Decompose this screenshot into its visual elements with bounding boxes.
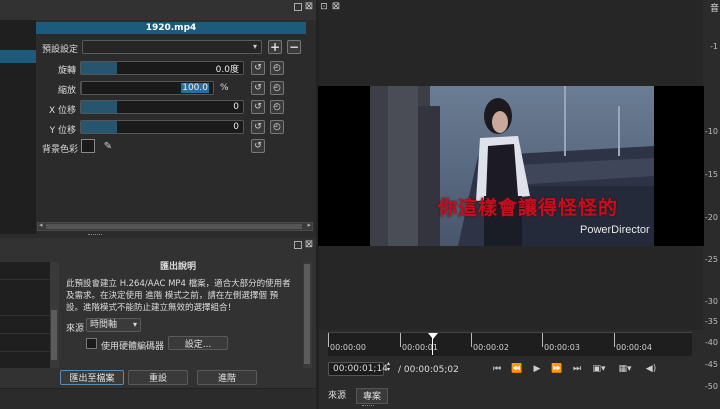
left-list-selected[interactable] — [0, 50, 36, 63]
reset-icon[interactable]: ↺ — [251, 139, 265, 153]
meter-label: -25 — [704, 255, 718, 264]
skip-end-icon[interactable]: ⏭ — [570, 362, 584, 376]
ruler-label: 00:00:04 — [616, 343, 652, 352]
bg-color-label: 背景色彩 — [42, 145, 79, 155]
audio-meter-title: 音 — [710, 4, 720, 14]
tab-source[interactable]: 來源 — [322, 389, 352, 403]
settings-button[interactable]: 設定... — [168, 336, 228, 350]
rewind-icon[interactable]: ⏪ — [510, 362, 524, 376]
reset-button[interactable]: 重設 — [128, 370, 188, 385]
meter-label: -45 — [704, 360, 718, 369]
filters-header: 1920.mp4 — [36, 22, 306, 34]
x-offset-label: X 位移 — [48, 106, 76, 116]
ruler-label: 00:00:00 — [330, 343, 366, 352]
float-icon[interactable] — [294, 3, 302, 11]
meter-label: -50 — [704, 382, 718, 391]
meter-label: -20 — [704, 213, 718, 222]
x-offset-value: 0 — [233, 102, 239, 112]
meter-label: -10 — [704, 127, 718, 136]
total-time: / 00:00:05;02 — [398, 365, 459, 375]
export-desc-scroll[interactable] — [303, 262, 312, 368]
export-title: 匯出說明 — [160, 262, 197, 272]
keyframe-icon[interactable]: ◴ — [270, 61, 284, 75]
time-spin-icon[interactable]: ▴ ▾ — [387, 361, 390, 373]
scale-unit: % — [220, 83, 229, 93]
splitter-grip[interactable] — [88, 234, 102, 236]
grid-icon[interactable]: ▦▾ — [616, 362, 634, 376]
y-offset-fill — [81, 121, 117, 133]
zoom-icon[interactable]: ▣▾ — [590, 362, 608, 376]
ruler-label: 00:00:02 — [473, 343, 509, 352]
y-offset-label: Y 位移 — [49, 126, 76, 136]
bottom-status-bar — [0, 388, 318, 409]
eyedropper-icon[interactable]: ✎ — [101, 139, 115, 153]
rotation-label: 旋轉 — [57, 66, 76, 76]
x-offset-slider[interactable]: 0 — [80, 100, 244, 114]
meter-label: -35 — [704, 317, 718, 326]
close-icon[interactable]: ⊠ — [304, 1, 314, 12]
video-frame[interactable]: 你這樣會讓得怪怪的 PowerDirector — [318, 86, 704, 246]
reset-icon[interactable]: ↺ — [251, 81, 265, 95]
meter-label: -30 — [704, 297, 718, 306]
preset-label: 預設設定 — [42, 45, 79, 55]
rotation-fill — [81, 62, 117, 74]
advanced-button[interactable]: 進階 — [197, 370, 257, 385]
play-icon[interactable]: ▶ — [530, 362, 544, 376]
preset-select[interactable]: ▾ — [82, 40, 262, 54]
bottom-grip[interactable] — [362, 405, 374, 407]
player-close-icon[interactable]: ⊠ — [331, 1, 341, 12]
keyframe-icon[interactable]: ◴ — [270, 81, 284, 95]
reset-icon[interactable]: ↺ — [251, 100, 265, 114]
audio-meter: 音 -1 -10 -15 -20 -25 -30 -35 -40 -45 -50 — [704, 0, 720, 409]
source-select[interactable]: 時間軸 ▾ — [86, 318, 141, 332]
export-list-scroll[interactable] — [50, 262, 59, 368]
video-image — [370, 86, 654, 246]
keyframe-icon[interactable]: ◴ — [270, 100, 284, 114]
lyric-subtitle: 你這樣會讓得怪怪的 — [438, 197, 619, 219]
scale-value: 100.0 — [181, 83, 209, 93]
scale-fill — [81, 82, 83, 94]
scale-label: 縮放 — [57, 86, 76, 96]
y-offset-slider[interactable]: 0 — [80, 120, 244, 134]
chevron-down-icon: ▾ — [252, 42, 257, 51]
player-float-icon[interactable]: ⊡ — [319, 2, 329, 12]
fast-forward-icon[interactable]: ⏩ — [550, 362, 564, 376]
bg-color-swatch[interactable] — [81, 139, 95, 153]
keyframe-icon[interactable]: ◴ — [270, 120, 284, 134]
export-file-button[interactable]: 匯出至檔案 — [60, 370, 124, 385]
skip-start-icon[interactable]: ⏮ — [490, 362, 504, 376]
watermark: PowerDirector — [580, 224, 650, 236]
volume-icon[interactable]: ◀) — [644, 362, 658, 376]
timeline-ruler[interactable]: 00:00:00 00:00:01 00:00:02 00:00:03 00:0… — [328, 332, 692, 356]
meter-label: -15 — [704, 170, 718, 179]
meter-label: -40 — [704, 338, 718, 347]
ruler-label: 00:00:03 — [544, 343, 580, 352]
meter-label: -1 — [710, 42, 718, 51]
hw-encoder-checkbox[interactable] — [86, 338, 97, 349]
source-value: 時間軸 — [90, 320, 118, 330]
float-icon[interactable] — [294, 241, 302, 249]
tab-project[interactable]: 專案 — [356, 388, 388, 404]
close-icon[interactable]: ⊠ — [304, 239, 314, 250]
current-time-value: 00:00:01;14 — [333, 364, 388, 374]
y-offset-value: 0 — [233, 122, 239, 132]
remove-preset-icon[interactable]: − — [287, 40, 301, 54]
rotation-value: 0.0度 — [215, 64, 239, 75]
rotation-slider[interactable]: 0.0度 — [80, 61, 244, 75]
current-time-field[interactable]: 00:00:01;14 — [328, 362, 388, 376]
export-description: 此預設會建立 H.264/AAC MP4 檔案，適合大部分的使用者及需求。在決定… — [66, 279, 291, 313]
source-label: 來源 — [66, 324, 85, 334]
chevron-down-icon: ▾ — [132, 320, 137, 329]
reset-icon[interactable]: ↺ — [251, 61, 265, 75]
filters-hscroll[interactable]: ◂ ▸ — [37, 221, 313, 231]
hw-encoder-label: 使用硬體編碼器 — [101, 342, 165, 352]
reset-icon[interactable]: ↺ — [251, 120, 265, 134]
filters-top-bar — [0, 0, 318, 20]
add-preset-icon[interactable]: + — [268, 40, 282, 54]
clip-title: 1920.mp4 — [145, 23, 197, 33]
x-offset-fill — [81, 101, 117, 113]
scale-slider[interactable]: 100.0 — [80, 81, 214, 95]
playhead-marker[interactable] — [428, 333, 438, 339]
